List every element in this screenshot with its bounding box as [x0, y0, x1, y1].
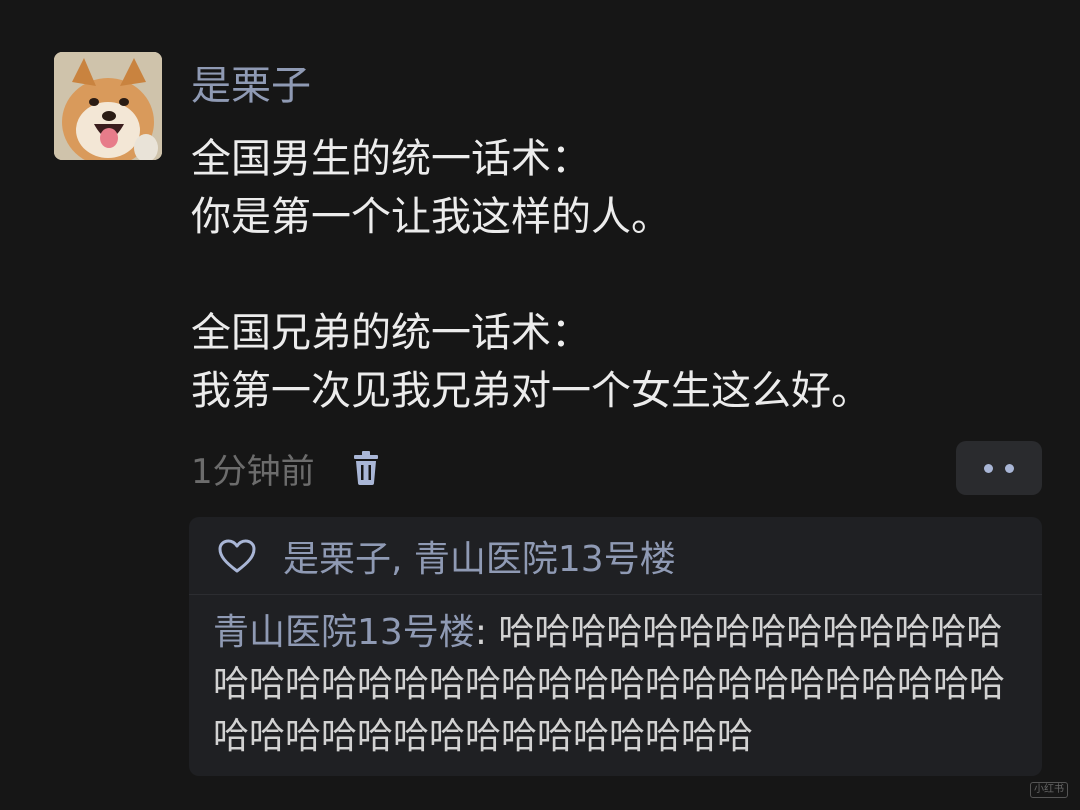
watermark: 小红书 — [1030, 782, 1068, 798]
content-line: 全国兄弟的统一话术： — [191, 310, 591, 356]
more-dots-icon — [984, 463, 993, 473]
reactions-panel: 是栗子, 青山医院13号楼 青山医院13号楼: 哈哈哈哈哈哈哈哈哈哈哈哈哈哈哈哈… — [189, 517, 1042, 776]
avatar[interactable] — [54, 52, 162, 160]
more-dots-icon — [1005, 463, 1014, 473]
post-timestamp: 1分钟前 — [191, 451, 315, 492]
dog-avatar-image — [54, 52, 162, 160]
content-blank-line — [191, 246, 871, 304]
comment-item[interactable]: 青山医院13号楼: 哈哈哈哈哈哈哈哈哈哈哈哈哈哈哈哈哈哈哈哈哈哈哈哈哈哈哈哈哈哈… — [189, 595, 1042, 763]
likes-row: 是栗子, 青山医院13号楼 — [189, 517, 1042, 595]
content-line: 我第一次见我兄弟对一个女生这么好。 — [191, 368, 871, 414]
trash-icon[interactable] — [351, 450, 381, 486]
more-options-button[interactable] — [956, 441, 1042, 495]
post-username[interactable]: 是栗子 — [191, 58, 311, 114]
content-line: 全国男生的统一话术： — [191, 136, 591, 182]
content-line: 你是第一个让我这样的人。 — [191, 194, 671, 240]
comment-separator: : — [474, 612, 499, 653]
heart-icon[interactable] — [217, 537, 259, 575]
post-meta: 1分钟前 — [191, 442, 381, 494]
likers-list[interactable]: 是栗子, 青山医院13号楼 — [283, 530, 676, 582]
comment-author[interactable]: 青山医院13号楼 — [213, 612, 475, 653]
post-content: 全国男生的统一话术： 你是第一个让我这样的人。 全国兄弟的统一话术： 我第一次见… — [191, 130, 871, 420]
